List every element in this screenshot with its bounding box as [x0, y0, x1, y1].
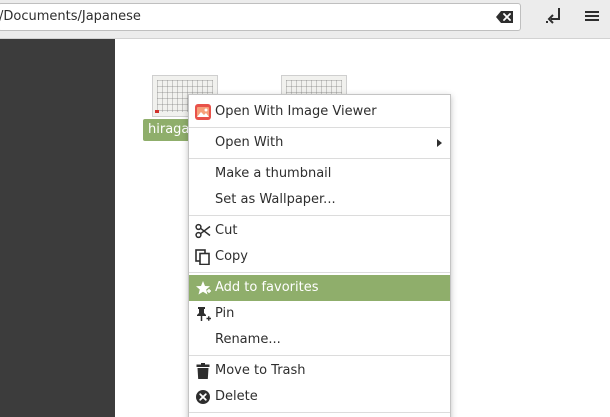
- menu-item-open-with-image-viewer[interactable]: Open With Image Viewer: [189, 99, 450, 125]
- menu-separator: [189, 272, 450, 273]
- menu-item-label: Rename...: [215, 332, 281, 347]
- menu-separator: [189, 355, 450, 356]
- location-bar[interactable]: /Documents/Japanese: [0, 3, 521, 31]
- menu-item-delete[interactable]: Delete: [189, 384, 450, 410]
- menu-item-rename[interactable]: Rename...: [189, 327, 450, 353]
- menu-item-label: Open With Image Viewer: [215, 104, 377, 119]
- menu-item-label: Add to favorites: [215, 280, 319, 295]
- menu-item-label: Set as Wallpaper...: [215, 192, 336, 207]
- file-manager-window: /Documents/Japanese hiragana Open With I…: [0, 0, 610, 417]
- menu-item-copy[interactable]: Copy: [189, 244, 450, 270]
- menu-item-make-thumbnail[interactable]: Make a thumbnail: [189, 161, 450, 187]
- menu-item-label: Cut: [215, 223, 238, 238]
- menu-item-pin[interactable]: Pin: [189, 301, 450, 327]
- location-path[interactable]: /Documents/Japanese: [0, 9, 141, 24]
- menu-separator: [189, 215, 450, 216]
- star-add-icon: [196, 281, 211, 295]
- menu-separator: [189, 158, 450, 159]
- copy-icon: [195, 249, 210, 265]
- thumbnail-mark: [155, 110, 159, 113]
- menu-item-label: Pin: [215, 306, 235, 321]
- menu-item-label: Move to Trash: [215, 363, 306, 378]
- menu-icon[interactable]: [583, 7, 601, 25]
- menu-item-set-wallpaper[interactable]: Set as Wallpaper...: [189, 187, 450, 213]
- menu-item-move-to-trash[interactable]: Move to Trash: [189, 358, 450, 384]
- submenu-arrow-icon: [437, 139, 442, 147]
- toolbar: /Documents/Japanese: [0, 0, 610, 39]
- sidebar: [0, 39, 115, 417]
- menu-item-cut[interactable]: Cut: [189, 218, 450, 244]
- toggle-location-icon[interactable]: [546, 7, 562, 25]
- menu-item-open-with[interactable]: Open With: [189, 130, 450, 156]
- trash-icon: [196, 363, 210, 379]
- menu-item-add-to-favorites[interactable]: Add to favorites: [189, 275, 450, 301]
- menu-item-label: Open With: [215, 135, 284, 150]
- menu-item-label: Delete: [215, 389, 258, 404]
- menu-separator: [189, 127, 450, 128]
- image-viewer-icon: [195, 104, 211, 120]
- delete-icon: [196, 390, 210, 404]
- scissors-icon: [195, 223, 211, 239]
- pin-icon: [197, 307, 211, 321]
- menu-item-label: Make a thumbnail: [215, 166, 332, 181]
- clear-text-icon[interactable]: [496, 10, 514, 24]
- context-menu: Open With Image Viewer Open With Make a …: [188, 94, 451, 417]
- menu-item-label: Copy: [215, 249, 248, 264]
- menu-separator: [189, 412, 450, 413]
